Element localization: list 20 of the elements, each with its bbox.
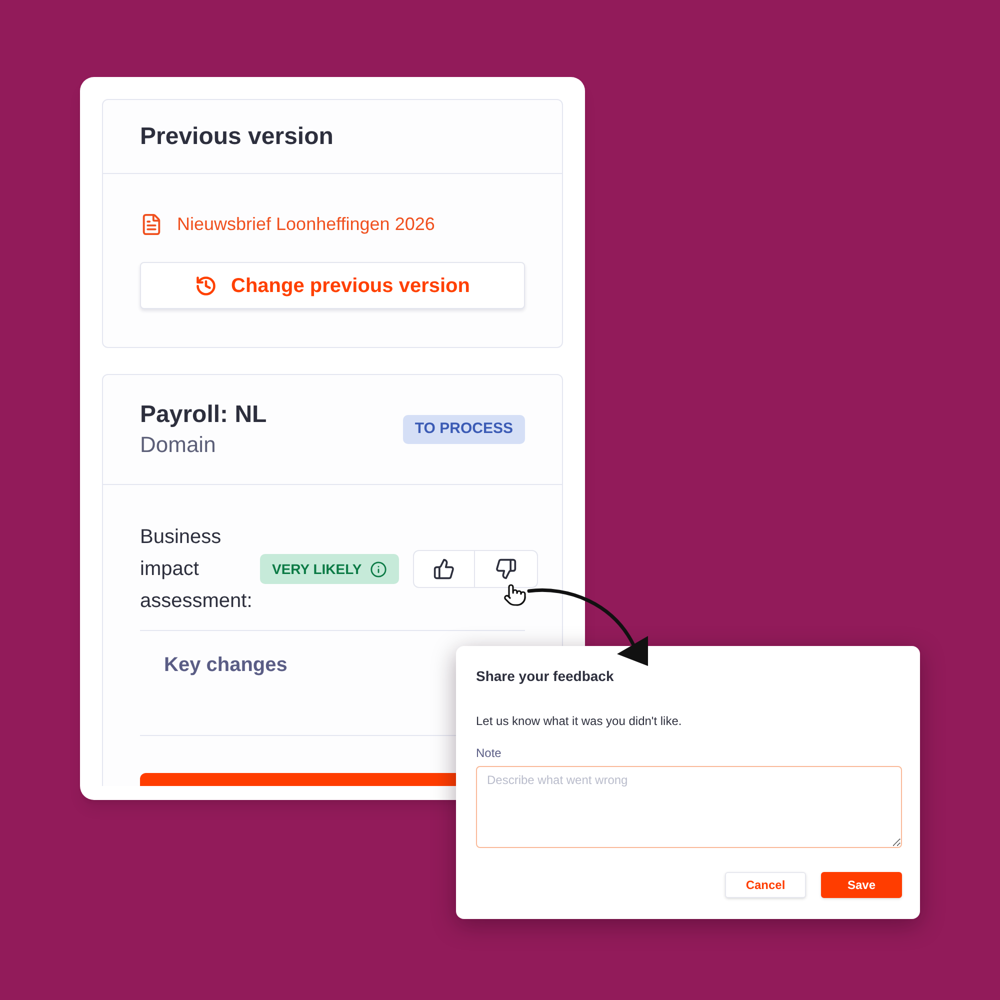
- dialog-title: Share your feedback: [476, 667, 614, 685]
- key-changes-heading: Key changes: [164, 653, 288, 678]
- status-badge: TO PROCESS: [402, 415, 525, 444]
- document-link[interactable]: Nieuwsbrief Loonheffingen 2026: [140, 212, 435, 236]
- domain-title: Payroll: NL: [140, 400, 267, 430]
- likelihood-text: VERY LIKELY: [272, 560, 362, 578]
- thumbs-up-icon: [432, 558, 455, 580]
- change-version-button[interactable]: Change previous version: [140, 262, 525, 309]
- info-icon: [370, 560, 387, 578]
- domain-subtitle: Domain: [140, 430, 217, 458]
- history-icon: [195, 274, 218, 296]
- note-field[interactable]: Describe what went wrong: [476, 766, 902, 848]
- panel-title: Previous version: [140, 122, 334, 152]
- note-label: Note: [476, 745, 502, 761]
- thumbs-down-icon: [494, 558, 517, 580]
- dialog-message: Let us know what it was you didn't like.: [476, 713, 682, 729]
- save-button[interactable]: Save: [821, 872, 902, 898]
- document-icon: [140, 212, 163, 236]
- assessment-label: Business impact assessment:: [140, 525, 254, 614]
- cancel-button[interactable]: Cancel: [725, 872, 806, 898]
